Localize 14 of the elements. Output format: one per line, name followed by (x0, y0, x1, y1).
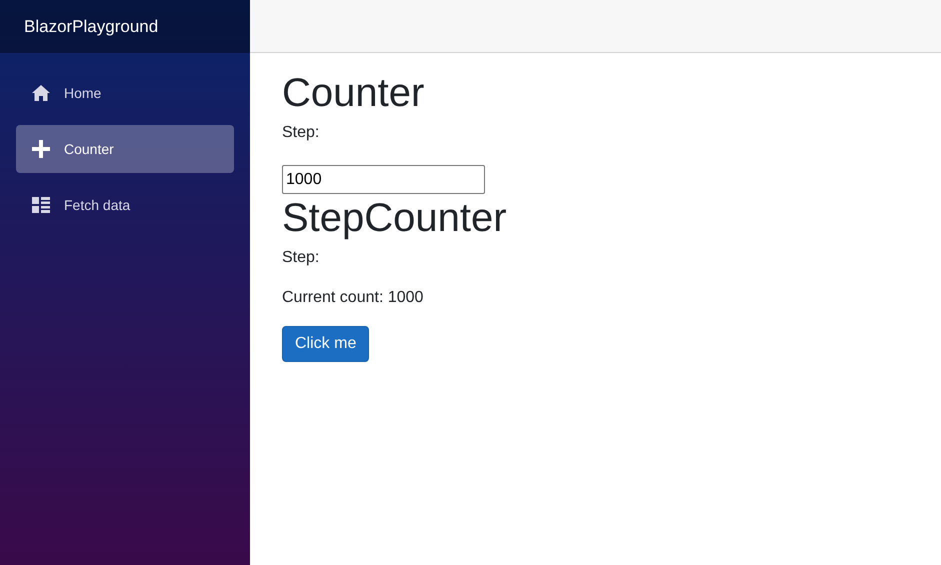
home-icon (32, 85, 50, 101)
list-icon (32, 197, 50, 213)
nav-item[interactable]: Counter (16, 125, 234, 173)
step-label: Step: (282, 123, 320, 143)
step-label: Step: (282, 248, 320, 268)
current-count: Current count: 1000 (282, 288, 424, 308)
plus-icon (32, 140, 50, 158)
nav-item[interactable]: Fetch data (16, 181, 234, 229)
page-title: Counter (282, 71, 424, 115)
step-input[interactable]: 1000 (282, 165, 485, 194)
brand-title: BlazorPlayground (24, 16, 158, 36)
nav-item[interactable]: Home (16, 69, 234, 117)
section-title: StepCounter (282, 196, 507, 240)
click-button[interactable]: Click me (282, 326, 370, 362)
